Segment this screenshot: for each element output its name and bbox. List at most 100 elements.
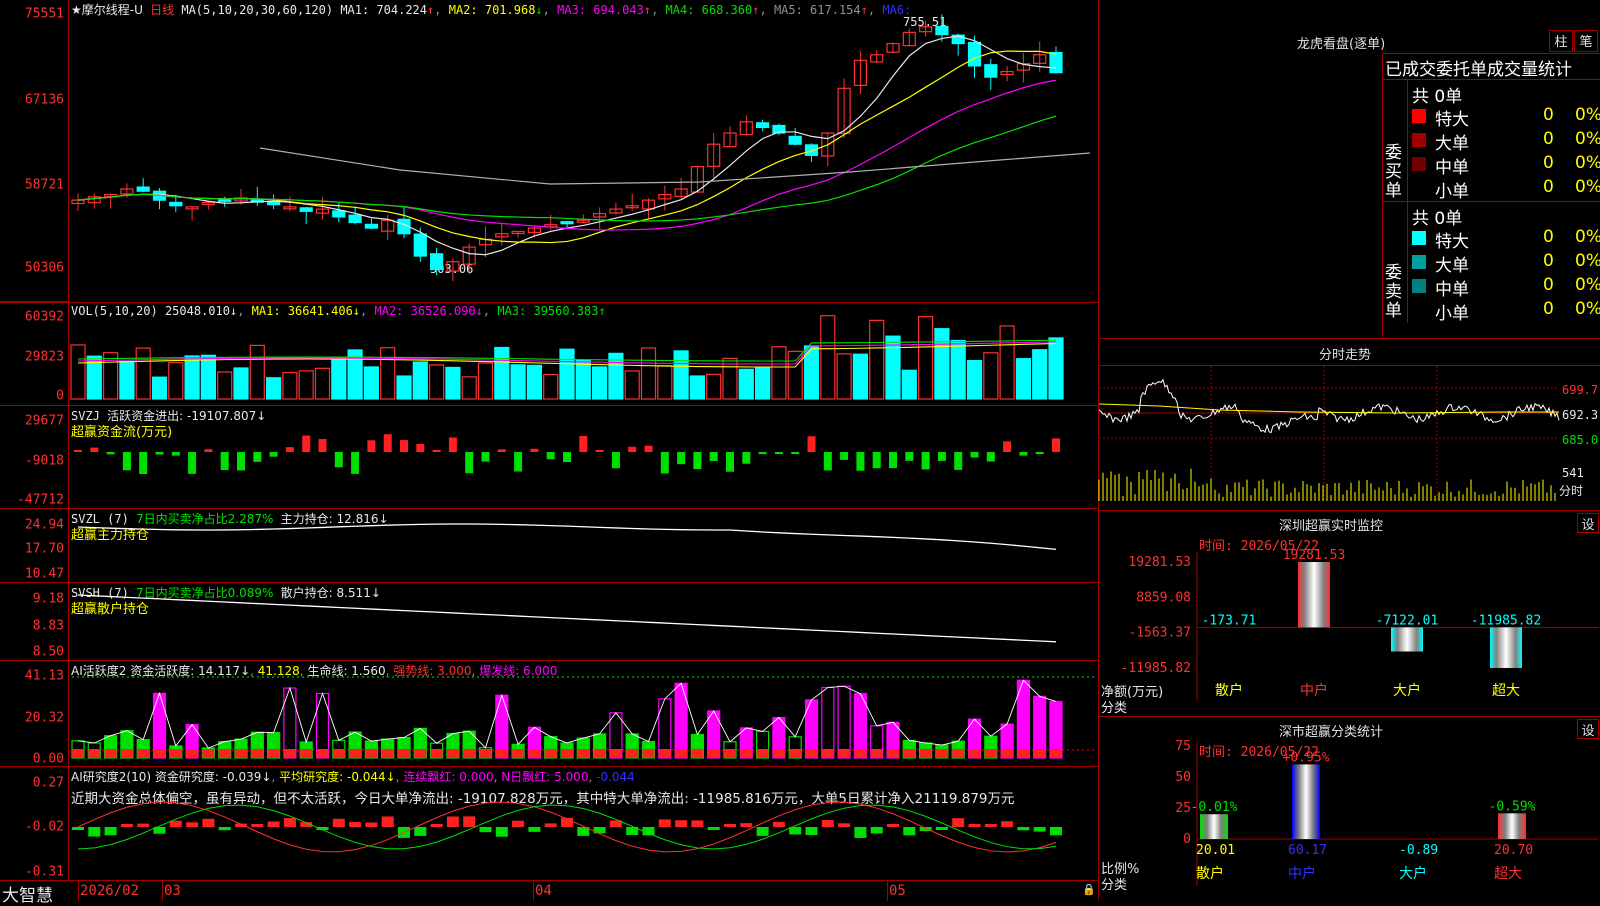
base-bar (186, 749, 199, 758)
volume-panel[interactable]: 60392 29823 0 VOL(5,10,20) 25048.010↓, M… (0, 302, 1098, 405)
sz-bar (1298, 562, 1330, 628)
fund-bar (937, 452, 946, 461)
volume-bar (70, 344, 86, 400)
row-percent: 0% (1575, 153, 1600, 173)
lock-icon[interactable]: 🔒 (1082, 883, 1096, 896)
class-category-label: 中户 (1288, 865, 1316, 882)
candle-body (430, 253, 444, 271)
volume-bars (70, 315, 1064, 400)
fund-bar (448, 437, 457, 452)
legend-swatch (1412, 157, 1426, 171)
base-bar (593, 749, 606, 758)
research-bar (251, 824, 264, 827)
base-bar (479, 749, 492, 758)
fund-bar (774, 452, 783, 454)
base-bar (1033, 749, 1046, 758)
axis-sep (887, 881, 888, 901)
base-bar (903, 749, 916, 758)
fund-bar (840, 452, 849, 460)
sz-value-label: 19281.53 (1283, 548, 1346, 563)
fund-flow-bars (74, 434, 1060, 474)
volume-bar (706, 373, 722, 400)
base-bar (658, 749, 671, 758)
axis-sep (162, 881, 163, 901)
legend-swatch (1412, 109, 1426, 123)
fund-bar (204, 449, 213, 452)
research-bar (1033, 827, 1046, 832)
legend-swatch (1412, 133, 1426, 147)
research-bar (430, 823, 443, 827)
order-stat-title: 已成交委托单成交量统计 (1385, 60, 1572, 80)
research-bar (887, 824, 899, 827)
base-bar (935, 749, 948, 758)
base-bar (724, 749, 736, 758)
fund-bar (970, 452, 979, 458)
price-panel[interactable]: 75551 67136 58721 50306 ★摩尔线程-U 日线 MA(5,… (0, 0, 1098, 302)
fund-bar (986, 452, 995, 462)
research-bar (544, 823, 557, 827)
base-bar (821, 749, 834, 758)
fund-bar (660, 452, 669, 474)
svsh-panel[interactable]: 9.18 8.83 8.50 SVSH (7) 7日内买卖净占比0.089% 散… (0, 582, 1098, 660)
row-value: 0 (1543, 105, 1554, 125)
row-percent: 0% (1575, 105, 1600, 125)
tick-view-button[interactable]: 笔 (1574, 30, 1598, 52)
base-bar (838, 749, 851, 758)
ma-line (77, 79, 1057, 231)
research-bar (332, 818, 345, 827)
volume-bar (412, 361, 428, 400)
base-bar (528, 749, 541, 758)
ai-research-panel[interactable]: 0.27 -0.02 -0.31 AI研究度2(10) 资金研究度: -0.03… (0, 766, 1098, 880)
fund-bar (90, 447, 99, 452)
research-bar (104, 827, 117, 836)
research-bar (952, 818, 965, 827)
research-bar (414, 827, 427, 836)
fund-bar (351, 452, 360, 474)
class-value-label: 60.17 (1288, 843, 1327, 858)
fund-bar (807, 436, 816, 452)
base-bar (1001, 749, 1014, 758)
volume-bar (754, 367, 771, 400)
volume-bar (820, 315, 836, 400)
fund-bar (334, 452, 343, 468)
row-value: 0 (1543, 299, 1554, 319)
research-bar (691, 820, 704, 827)
sz-bar (1391, 627, 1423, 652)
volume-bar (983, 352, 999, 400)
fund-bar (758, 452, 767, 455)
volume-bar (1032, 349, 1048, 400)
volume-bar (689, 375, 706, 400)
volume-bar (738, 368, 754, 400)
candle-body (967, 41, 982, 67)
fund-bar (726, 452, 734, 472)
ai-activity-panel[interactable]: 41.13 20.32 0.00 AI活跃度2 资金活跃度: 14.117↓, … (0, 660, 1098, 767)
svzj-panel[interactable]: 29677 -9018 -47712 SVZJ 活跃资金进出: -19107.8… (0, 405, 1098, 508)
fund-bar (872, 452, 881, 469)
research-bar (984, 824, 997, 827)
research-bar (1050, 827, 1062, 836)
date-label: 05 (889, 883, 906, 899)
fund-bar (302, 435, 311, 452)
research-bar (772, 821, 785, 827)
fund-bar (139, 452, 148, 474)
fund-bar (595, 450, 604, 452)
base-bar (1017, 749, 1030, 758)
volume-bar (119, 360, 135, 400)
base-bar (381, 749, 394, 758)
base-bar (267, 749, 280, 758)
class-category-label: 散户 (1196, 865, 1224, 882)
row-label: 特大 (1435, 232, 1469, 252)
row-label: 大单 (1435, 256, 1469, 276)
base-bar (707, 749, 720, 758)
fund-bar (1019, 452, 1028, 456)
fund-bar (905, 452, 914, 461)
cls-ytick: 75 (1175, 739, 1191, 754)
date-label: 04 (535, 883, 552, 899)
svzl-panel[interactable]: 24.94 17.70 10.47 SVZL (7) 7日内买卖净占比2.287… (0, 508, 1098, 582)
intraday-chart[interactable]: 699.7 692.3 685.0 541 分时 (1098, 365, 1600, 511)
fund-bar (481, 452, 490, 462)
bar-view-button[interactable]: 柱 (1549, 30, 1573, 52)
research-bar (169, 820, 182, 827)
research-bar (283, 818, 296, 827)
base-bar (332, 749, 345, 758)
